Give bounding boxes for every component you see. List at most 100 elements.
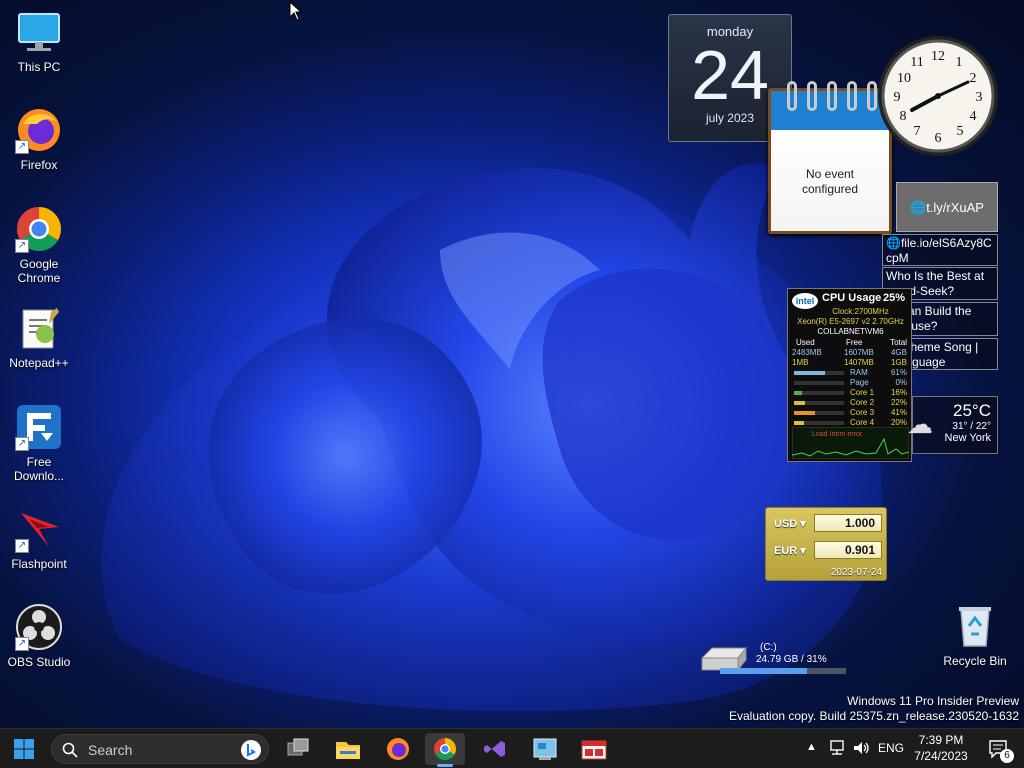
svg-text:6: 6 bbox=[935, 131, 942, 146]
feed-header-link[interactable]: t.ly/rXuAP bbox=[926, 200, 984, 215]
taskbar-clock[interactable]: 7:39 PM 7/24/2023 bbox=[900, 732, 982, 764]
currency-value-eur[interactable]: 0.901 bbox=[814, 541, 882, 559]
desktop-icon-google-chrome[interactable]: ↗ Google Chrome bbox=[0, 205, 78, 285]
cpu-bar-label: Page bbox=[850, 378, 869, 387]
calendar-events-gadget[interactable]: No event configured bbox=[768, 81, 892, 234]
firefox-icon: ↗ bbox=[15, 106, 63, 154]
obs-studio-icon: ↗ bbox=[15, 603, 63, 651]
gadgets-icon bbox=[581, 740, 607, 760]
desktop-icon-label: Firefox bbox=[20, 158, 58, 172]
currency-select-usd[interactable]: USD ▾ bbox=[774, 517, 806, 530]
svg-text:11: 11 bbox=[910, 55, 923, 70]
desktop-icon-label: This PC bbox=[17, 60, 61, 74]
cpu-usage-gadget[interactable]: intel CPU Usage 25% Clock:2700MHz Xeon(R… bbox=[787, 288, 912, 462]
cpu-host: COLLABNET\VM6 bbox=[817, 327, 884, 336]
cpu-clock: Clock:2700MHz bbox=[832, 307, 889, 316]
task-view-icon bbox=[287, 738, 309, 756]
desktop-icon-label: OBS Studio bbox=[7, 655, 71, 669]
svg-text:Load Intrm error: Load Intrm error bbox=[812, 431, 863, 438]
chrome-icon bbox=[434, 738, 456, 760]
monitor-icon bbox=[15, 8, 63, 56]
svg-text:4: 4 bbox=[970, 109, 977, 124]
notification-center-button[interactable]: 6 bbox=[982, 733, 1018, 765]
desktop-icon-label: Flashpoint bbox=[11, 557, 67, 571]
taskbar-visual-studio[interactable] bbox=[475, 733, 515, 765]
notification-count-badge: 6 bbox=[1000, 749, 1014, 763]
weather-gadget[interactable]: ☁ 25°C 31° / 22° New York bbox=[907, 396, 998, 454]
chevron-down-icon: ▾ bbox=[800, 545, 806, 557]
show-hidden-icons-button[interactable]: ▲ bbox=[806, 741, 817, 753]
desktop-icon-notepad-plus-plus[interactable]: Notepad++ bbox=[0, 304, 78, 370]
search-placeholder: Search bbox=[88, 742, 133, 758]
currency-value-usd[interactable]: 1.000 bbox=[814, 514, 882, 532]
svg-text:9: 9 bbox=[894, 90, 901, 105]
taskbar-file-explorer[interactable] bbox=[328, 733, 368, 765]
volume-icon[interactable] bbox=[852, 739, 870, 757]
taskbar-firefox[interactable] bbox=[378, 733, 418, 765]
taskbar-search-box[interactable]: Search bbox=[51, 734, 269, 764]
recycle-bin-icon bbox=[951, 602, 999, 650]
feed-gadget-header[interactable]: 🌐t.ly/rXuAP bbox=[896, 182, 998, 232]
notepad-plus-plus-icon bbox=[15, 304, 63, 352]
cpu-bar-value: 61% bbox=[890, 368, 907, 377]
cpu-model: Xeon(R) E5-2697 v2 2.70GHz bbox=[797, 317, 904, 326]
cpu-bar-label: Core 2 bbox=[850, 398, 875, 407]
taskbar: Search ▲ ENG 7:39 PM 7/24/2023 6 bbox=[0, 728, 1024, 768]
cpu-bar-track bbox=[794, 411, 844, 415]
taskbar-gadgets-app[interactable] bbox=[574, 733, 614, 765]
shortcut-arrow-icon: ↗ bbox=[15, 539, 29, 553]
bing-icon[interactable] bbox=[240, 739, 262, 761]
network-icon[interactable] bbox=[828, 739, 846, 757]
cpu-bar-track bbox=[794, 381, 844, 385]
cpu-history-graph: Load Intrm error bbox=[792, 427, 909, 459]
svg-text:8: 8 bbox=[900, 109, 907, 124]
cpu-bar-label: Core 1 bbox=[850, 388, 875, 397]
feed-item[interactable]: 🌐file.io/elS6Azy8C cpM bbox=[882, 234, 998, 266]
globe-icon: 🌐 bbox=[886, 236, 901, 250]
spiral-binding-icon bbox=[787, 81, 877, 111]
chrome-icon: ↗ bbox=[15, 205, 63, 253]
task-view-button[interactable] bbox=[278, 733, 318, 765]
currency-select-eur[interactable]: EUR ▾ bbox=[774, 544, 806, 557]
svg-text:2: 2 bbox=[970, 71, 977, 86]
analog-clock-gadget[interactable]: 12 12 3 4567 8 9 1011 bbox=[876, 34, 1000, 158]
svg-text:12: 12 bbox=[931, 49, 945, 64]
start-button[interactable] bbox=[4, 733, 44, 765]
search-icon bbox=[62, 742, 78, 758]
firefox-icon bbox=[387, 738, 409, 760]
cpu-bar-track bbox=[794, 391, 844, 395]
calendar-event-text: No event configured bbox=[801, 167, 859, 196]
desktop-icon-recycle-bin[interactable]: Recycle Bin bbox=[936, 602, 1014, 668]
windows-logo-icon bbox=[14, 739, 34, 759]
cpu-bar-fill bbox=[794, 401, 805, 405]
desktop-icon-this-pc[interactable]: This PC bbox=[0, 8, 78, 74]
windows-watermark: Windows 11 Pro Insider Preview Evaluatio… bbox=[729, 694, 1019, 723]
cpu-bar-fill bbox=[794, 391, 802, 395]
taskbar-control-panel[interactable] bbox=[525, 733, 565, 765]
desktop-icon-label: Free Downlo... bbox=[13, 455, 65, 483]
taskbar-chrome[interactable] bbox=[425, 733, 465, 767]
desktop-icon-flashpoint[interactable]: ↗ Flashpoint bbox=[0, 505, 78, 571]
cpu-bar-track bbox=[794, 371, 844, 375]
mouse-cursor-icon bbox=[289, 1, 303, 21]
desktop-icon-firefox[interactable]: ↗ Firefox bbox=[0, 106, 78, 172]
desktop-icon-label: Recycle Bin bbox=[943, 654, 1007, 668]
cpu-percent: 25% bbox=[882, 292, 905, 304]
cpu-bar-value: 16% bbox=[890, 388, 907, 397]
cloud-rain-icon: ☁ bbox=[907, 409, 933, 439]
drive-size: 24.79 GB / 31% bbox=[756, 654, 827, 665]
control-panel-icon bbox=[533, 738, 557, 760]
cpu-bar-value: 0% bbox=[895, 378, 907, 387]
shortcut-arrow-icon: ↗ bbox=[15, 637, 29, 651]
cpu-bar-value: 41% bbox=[890, 408, 907, 417]
drive-meter-gadget[interactable]: (C:) 24.79 GB / 31% bbox=[698, 642, 850, 678]
desktop-icon-free-download-manager[interactable]: ↗ Free Downlo... bbox=[0, 403, 78, 483]
drive-name: (C:) bbox=[760, 642, 777, 653]
cpu-bar-track bbox=[794, 421, 844, 425]
currency-converter-gadget[interactable]: USD ▾ 1.000 EUR ▾ 0.901 2023-07-24 bbox=[765, 507, 887, 581]
cpu-bar-fill bbox=[794, 421, 804, 425]
currency-date: 2023-07-24 bbox=[830, 567, 882, 578]
cpu-bar-fill bbox=[794, 371, 825, 375]
desktop-icon-obs-studio[interactable]: ↗ OBS Studio bbox=[0, 603, 78, 669]
globe-icon: 🌐 bbox=[910, 200, 927, 215]
